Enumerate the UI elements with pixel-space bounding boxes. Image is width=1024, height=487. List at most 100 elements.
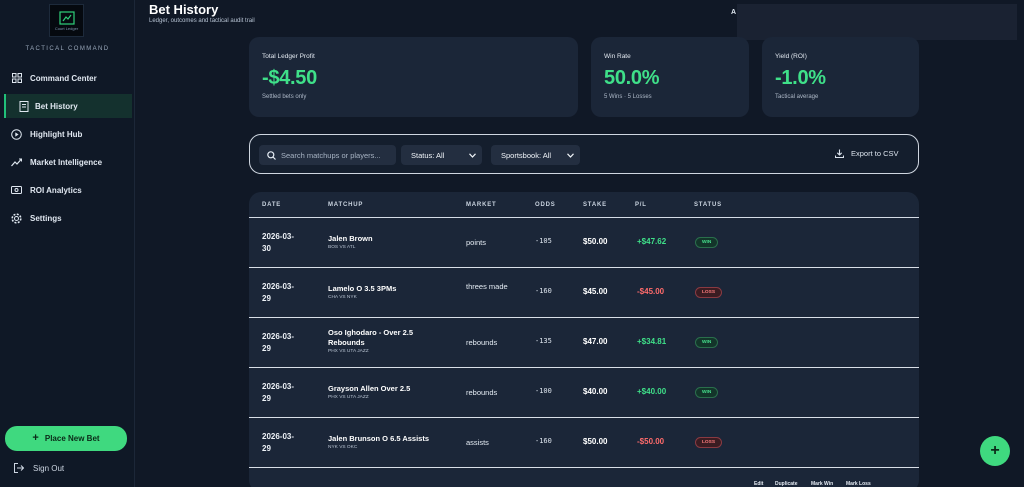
row-matchup: Oso Ighodaro - Over 2.5 Rebounds PHX VS … <box>328 328 448 354</box>
matchup-title: Oso Ighodaro - Over 2.5 Rebounds <box>328 328 414 347</box>
row-action-mark-win[interactable]: Mark Win <box>811 481 833 487</box>
row-market: rebounds <box>466 338 498 347</box>
row-date: 2026-03-29 <box>262 382 295 403</box>
row-market: rebounds <box>466 388 498 397</box>
status-select[interactable]: Status: All <box>401 145 482 165</box>
row-odds: -105 <box>535 237 552 245</box>
status-badge: WIN <box>695 387 719 398</box>
sidebar-item-label: Highlight Hub <box>30 129 83 139</box>
stat-label: Yield (ROI) <box>775 53 807 60</box>
matchup-teams: BOS VS ATL <box>328 245 356 250</box>
column-header-pl[interactable]: P/L <box>635 202 647 208</box>
column-header-market[interactable]: MARKET <box>466 202 496 208</box>
sign-out-button[interactable]: Sign Out <box>14 462 64 474</box>
floating-add-button[interactable]: + <box>980 436 1010 466</box>
row-date: 2026-03-29 <box>262 432 295 453</box>
row-market: threes made <box>466 282 508 291</box>
row-date: 2026-03-29 <box>262 282 295 303</box>
table-row[interactable]: 2026-03-30 Jalen Brown BOS VS ATL points… <box>249 218 919 268</box>
stat-note: Settled bets only <box>262 94 307 100</box>
status-badge: LOSS <box>695 437 723 448</box>
chevron-down-icon <box>567 152 574 158</box>
matchup-teams: PHX VS UTA JAZZ <box>328 349 369 354</box>
column-header-stake[interactable]: STAKE <box>583 202 607 208</box>
stat-value: 50.0% <box>604 67 660 89</box>
column-header-odds[interactable]: ODDS <box>535 202 556 208</box>
logo-icon <box>58 10 75 25</box>
search-icon <box>267 150 276 160</box>
search-input[interactable] <box>281 150 391 160</box>
status-badge: LOSS <box>695 287 723 298</box>
stat-value: -1.0% <box>775 67 826 89</box>
matchup-teams: PHX VS UTA JAZZ <box>328 395 369 400</box>
filter-bar: Status: All Sportsbook: All Export to CS… <box>249 134 919 174</box>
status-select-value: Status: All <box>411 150 445 160</box>
sidebar-item-settings[interactable]: Settings <box>4 206 132 230</box>
column-header-date[interactable]: DATE <box>262 202 281 208</box>
stat-value: -$4.50 <box>262 67 317 89</box>
table-header: DATE MATCHUP MARKET ODDS STAKE P/L STATU… <box>249 192 919 218</box>
row-odds: -160 <box>535 287 552 295</box>
sidebar-item-label: Settings <box>30 213 62 223</box>
row-matchup: Grayson Allen Over 2.5 PHX VS UTA JAZZ <box>328 384 448 400</box>
row-action-duplicate[interactable]: Duplicate <box>775 481 798 487</box>
sidebar-item-label: Bet History <box>35 101 78 111</box>
row-matchup: Jalen Brown BOS VS ATL <box>328 234 448 250</box>
matchup-title: Jalen Brown <box>328 234 373 243</box>
stat-note: 5 Wins · 5 Losses <box>604 94 652 100</box>
place-new-bet-button[interactable]: + Place New Bet <box>5 426 127 451</box>
sportsbook-select-value: Sportsbook: All <box>501 150 552 160</box>
stat-card-total-profit: Total Ledger Profit -$4.50 Settled bets … <box>249 37 578 117</box>
export-csv-button[interactable]: Export to CSV <box>835 149 899 158</box>
matchup-title: Jalen Brunson O 6.5 Assists <box>328 434 430 443</box>
sidebar-item-label: Command Center <box>30 73 97 83</box>
table-row[interactable]: 2026-03-29 Grayson Allen Over 2.5 PHX VS… <box>249 368 919 418</box>
page-title: Bet History <box>149 2 219 17</box>
sidebar-item-bet-history[interactable]: Bet History <box>4 94 132 118</box>
sidebar-item-command-center[interactable]: Command Center <box>4 66 132 90</box>
row-market: assists <box>466 438 489 447</box>
row-odds: -100 <box>535 387 552 395</box>
sidebar-item-roi-analytics[interactable]: ROI Analytics <box>4 178 132 202</box>
stat-label: Total Ledger Profit <box>262 53 315 60</box>
row-stake: $50.00 <box>583 237 608 246</box>
search-box[interactable] <box>259 145 396 165</box>
row-pl: -$45.00 <box>637 287 665 296</box>
sidebar-item-highlight-hub[interactable]: Highlight Hub <box>4 122 132 146</box>
row-stake: $47.00 <box>583 337 608 346</box>
matchup-title: Grayson Allen Over 2.5 <box>328 384 411 393</box>
logo-text: Court Ledger <box>54 25 79 31</box>
grid-icon <box>11 73 22 84</box>
row-matchup: Jalen Brunson O 6.5 Assists NYK VS OKC <box>328 434 448 450</box>
stat-note: Tactical average <box>775 94 819 100</box>
stat-card-win-rate: Win Rate 50.0% 5 Wins · 5 Losses <box>591 37 749 117</box>
table-row[interactable]: 2026-03-29 Jalen Brunson O 6.5 Assists N… <box>249 418 919 468</box>
row-pl: -$50.00 <box>637 437 665 446</box>
matchup-teams: CHA VS NYK <box>328 295 357 300</box>
table-row[interactable]: 2026-03-29 Lamelo O 3.5 3PMs CHA VS NYK … <box>249 268 919 318</box>
app-logo[interactable]: Court Ledger <box>49 4 84 37</box>
row-matchup: Lamelo O 3.5 3PMs CHA VS NYK <box>328 284 448 300</box>
row-date: 2026-03-30 <box>262 232 295 253</box>
sidebar-item-label: ROI Analytics <box>30 185 82 195</box>
header-user-initial[interactable]: A <box>731 9 736 16</box>
row-stake: $40.00 <box>583 387 608 396</box>
row-odds: -160 <box>535 437 552 445</box>
column-header-matchup[interactable]: MATCHUP <box>328 202 363 208</box>
download-icon <box>835 149 844 158</box>
place-new-bet-label: Place New Bet <box>44 434 100 443</box>
row-market: points <box>466 238 487 247</box>
row-pl: +$47.62 <box>637 237 667 246</box>
sidebar-item-label: Market Intelligence <box>30 157 103 167</box>
row-pl: +$40.00 <box>637 387 667 396</box>
sign-out-label: Sign Out <box>33 463 65 473</box>
row-odds: -135 <box>535 337 552 345</box>
sportsbook-select[interactable]: Sportsbook: All <box>491 145 580 165</box>
row-action-edit[interactable]: Edit <box>754 481 763 487</box>
sidebar-item-market-intelligence[interactable]: Market Intelligence <box>4 150 132 174</box>
play-circle-icon <box>11 128 22 140</box>
table-row[interactable]: 2026-03-29 Oso Ighodaro - Over 2.5 Rebou… <box>249 318 919 368</box>
wallet-icon <box>11 185 22 196</box>
column-header-status[interactable]: STATUS <box>694 202 722 208</box>
row-action-mark-loss[interactable]: Mark Loss <box>846 481 871 487</box>
